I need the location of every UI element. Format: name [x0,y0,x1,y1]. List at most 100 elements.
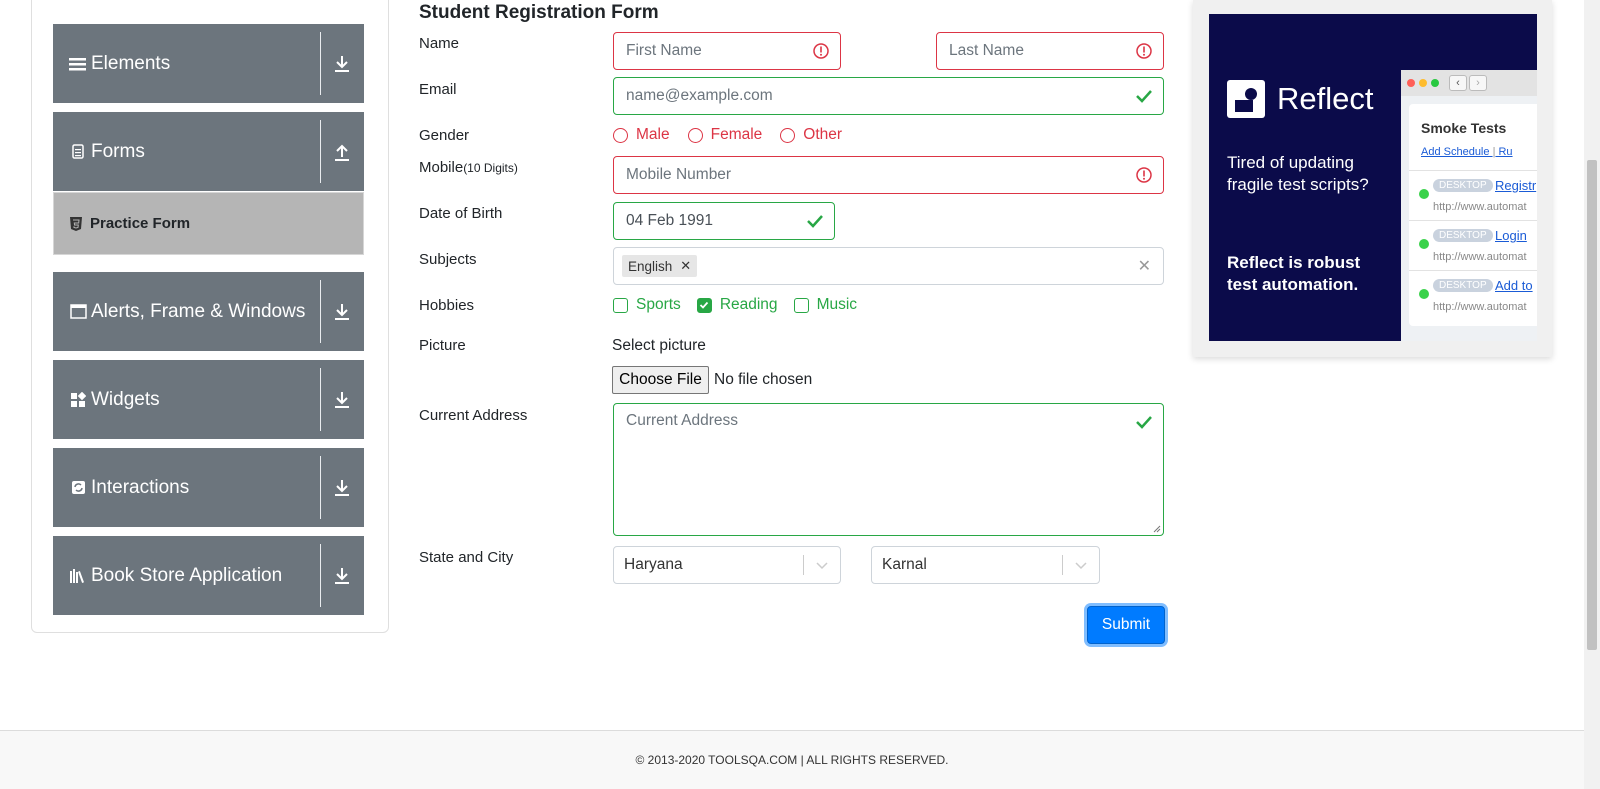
state-select[interactable]: Haryana [613,546,841,584]
status-dot-icon [1419,289,1429,299]
scrollbar-thumb[interactable] [1587,160,1597,650]
subject-chip: English ✕ [622,255,698,277]
first-name-input[interactable]: First Name [613,32,841,70]
last-name-input[interactable]: Last Name [936,32,1164,70]
label-subjects: Subjects [419,251,477,268]
ad-row-url: http://www.automat [1433,251,1527,263]
radio-circle[interactable] [613,127,628,143]
label-address: Current Address [419,407,528,424]
subject-chip-label: English [628,258,673,274]
window-dot-icon [1431,79,1439,87]
sidebar-group-forms[interactable]: Forms [53,112,364,191]
download-icon[interactable] [331,389,353,411]
gender-radio-other[interactable]: Other [780,126,842,144]
resize-handle-icon[interactable] [1153,525,1161,533]
ad-tag: DESKTOP [1433,179,1493,192]
upload-icon[interactable] [331,141,353,163]
state-value: Haryana [624,556,683,573]
status-dot-icon [1419,189,1429,199]
divider [1062,555,1063,575]
radio-label: Male [636,126,670,143]
widgets-icon [69,391,87,409]
first-name-placeholder: First Name [626,42,702,59]
gender-radio-female[interactable]: Female [687,126,762,144]
download-icon[interactable] [331,477,353,499]
clear-icon[interactable]: ✕ [1138,256,1151,276]
divider [320,280,321,343]
ad-row-link: Login [1495,228,1527,243]
divider [320,456,321,519]
dob-input[interactable]: 04 Feb 1991 [613,202,835,240]
radio-circle[interactable] [780,127,796,143]
ad-tag: DESKTOP [1433,229,1493,242]
ad-brand-name: Reflect [1277,81,1374,116]
label-name: Name [419,35,460,52]
check-icon [1136,90,1152,103]
check-icon [1136,416,1152,429]
back-icon: ‹ [1449,75,1467,91]
hobbies-group: Sports Reading Music [613,296,873,314]
html5-icon [70,216,82,231]
error-icon [1136,43,1152,59]
sidebar-group-book-store[interactable]: Book Store Application [53,536,364,615]
sidebar-group-widgets[interactable]: Widgets [53,360,364,439]
divider [320,32,321,95]
browser-bar: ‹ › [1401,70,1537,96]
mobile-input[interactable]: Mobile Number [613,156,1164,194]
hobby-checkbox-music[interactable]: Music [793,296,858,314]
choose-file-button[interactable]: Choose File [612,366,709,394]
ad-row: DESKTOP Registr http://www.automat [1409,170,1537,220]
ad-row-link: Add to [1495,278,1533,293]
refresh-icon [69,479,87,497]
sidebar-item-practice-form[interactable]: Practice Form [53,192,364,255]
hobby-checkbox-reading[interactable]: Reading [696,296,778,314]
email-input[interactable]: name@example.com [613,77,1164,115]
label-mobile: Mobile(10 Digits) [419,159,518,176]
sidebar-group-alerts[interactable]: Alerts, Frame & Windows [53,272,364,351]
city-value: Karnal [882,556,927,573]
hamburger-icon [69,55,87,73]
divider [320,544,321,607]
ad-screenshot: ‹ › Smoke Tests Add Schedule | Ru DESKTO… [1401,70,1537,341]
submit-button[interactable]: Submit [1087,606,1165,644]
address-textarea[interactable]: Current Address [613,403,1164,536]
download-icon[interactable] [331,565,353,587]
download-icon[interactable] [331,53,353,75]
city-select[interactable]: Karnal [871,546,1100,584]
form-title: Student Registration Form [419,2,659,23]
sidebar-group-label: Alerts, Frame & Windows [91,300,306,322]
download-icon[interactable] [331,301,353,323]
footer: © 2013-2020 TOOLSQA.COM | ALL RIGHTS RES… [0,730,1584,789]
window-icon [69,303,87,321]
footer-text: © 2013-2020 TOOLSQA.COM | ALL RIGHTS RES… [635,753,949,767]
ad-panel-title: Smoke Tests [1421,120,1507,136]
sidebar-group-label: Forms [91,140,145,162]
ad-banner[interactable]: Reflect Tired of updating fragile test s… [1209,14,1537,341]
checkbox-box[interactable] [613,297,628,313]
remove-chip-icon[interactable]: ✕ [680,258,691,274]
checkbox-box[interactable] [793,297,809,313]
label-state-city: State and City [419,549,514,566]
sidebar-item-label: Practice Form [90,215,191,232]
sidebar-group-label: Interactions [91,476,190,498]
sidebar-group-interactions[interactable]: Interactions [53,448,364,527]
hobby-checkbox-sports[interactable]: Sports [613,296,681,314]
checkbox-box[interactable] [696,297,712,313]
mobile-placeholder: Mobile Number [626,166,732,183]
divider [320,120,321,183]
checkbox-label: Reading [719,296,778,313]
select-picture-label: Select picture [612,337,706,354]
divider [320,368,321,431]
radio-circle[interactable] [687,127,703,143]
dob-value: 04 Feb 1991 [626,212,714,229]
subjects-input[interactable]: English ✕ ✕ [613,247,1164,285]
gender-radio-male[interactable]: Male [613,126,670,144]
checkbox-label: Music [816,296,858,313]
ad-panel: Smoke Tests Add Schedule | Ru DESKTOP Reg… [1409,104,1537,326]
checkbox-label: Sports [636,296,681,313]
file-status: No file chosen [714,371,813,388]
sidebar-group-elements[interactable]: Elements [53,24,364,103]
chevron-down-icon [816,562,828,570]
run-text: Ru [1498,146,1513,158]
label-email: Email [419,81,457,98]
